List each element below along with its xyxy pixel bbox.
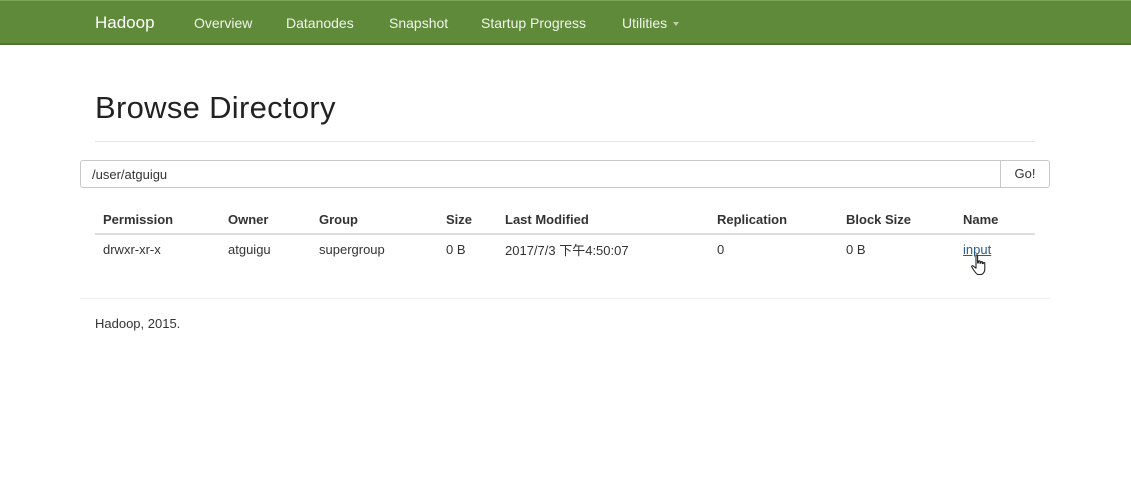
nav-snapshot[interactable]: Snapshot (389, 15, 448, 31)
cell-group: supergroup (319, 242, 385, 257)
table-row: drwxr-xr-x atguigu supergroup 0 B 2017/7… (95, 234, 1035, 264)
cell-permission: drwxr-xr-x (103, 242, 161, 257)
footer-text: Hadoop, 2015. (95, 316, 181, 331)
cell-replication: 0 (717, 242, 725, 257)
footer-divider (80, 298, 1050, 299)
top-navbar: Hadoop Overview Datanodes Snapshot Start… (0, 0, 1131, 45)
directory-link-input[interactable]: input (963, 242, 991, 257)
column-header-last-modified[interactable]: Last Modified (497, 205, 709, 235)
nav-overview[interactable]: Overview (194, 15, 252, 31)
column-header-group[interactable]: Group (311, 205, 438, 235)
nav-startup-progress[interactable]: Startup Progress (481, 15, 586, 31)
cell-name: input (955, 234, 1035, 264)
cell-size: 0 B (446, 242, 466, 257)
column-header-permission[interactable]: Permission (95, 205, 220, 235)
title-divider (95, 141, 1035, 142)
nav-datanodes[interactable]: Datanodes (286, 15, 354, 31)
brand-link[interactable]: Hadoop (95, 13, 155, 33)
nav-utilities-label: Utilities (622, 15, 668, 31)
directory-path-input[interactable] (80, 160, 1001, 188)
directory-table: Permission Owner Group Size Last Modifie… (95, 205, 1035, 264)
cell-owner: atguigu (228, 242, 271, 257)
column-header-replication[interactable]: Replication (709, 205, 838, 235)
go-button[interactable]: Go! (1000, 160, 1050, 188)
column-header-owner[interactable]: Owner (220, 205, 311, 235)
column-header-name[interactable]: Name (955, 205, 1035, 235)
caret-down-icon (673, 22, 680, 27)
page-title: Browse Directory (95, 90, 336, 125)
nav-utilities[interactable]: Utilities (622, 15, 680, 31)
column-header-block-size[interactable]: Block Size (838, 205, 955, 235)
table-header-row: Permission Owner Group Size Last Modifie… (95, 205, 1035, 235)
cell-last-modified: 2017/7/3 下午4:50:07 (505, 243, 629, 258)
cell-block-size: 0 B (846, 242, 866, 257)
column-header-size[interactable]: Size (438, 205, 497, 235)
